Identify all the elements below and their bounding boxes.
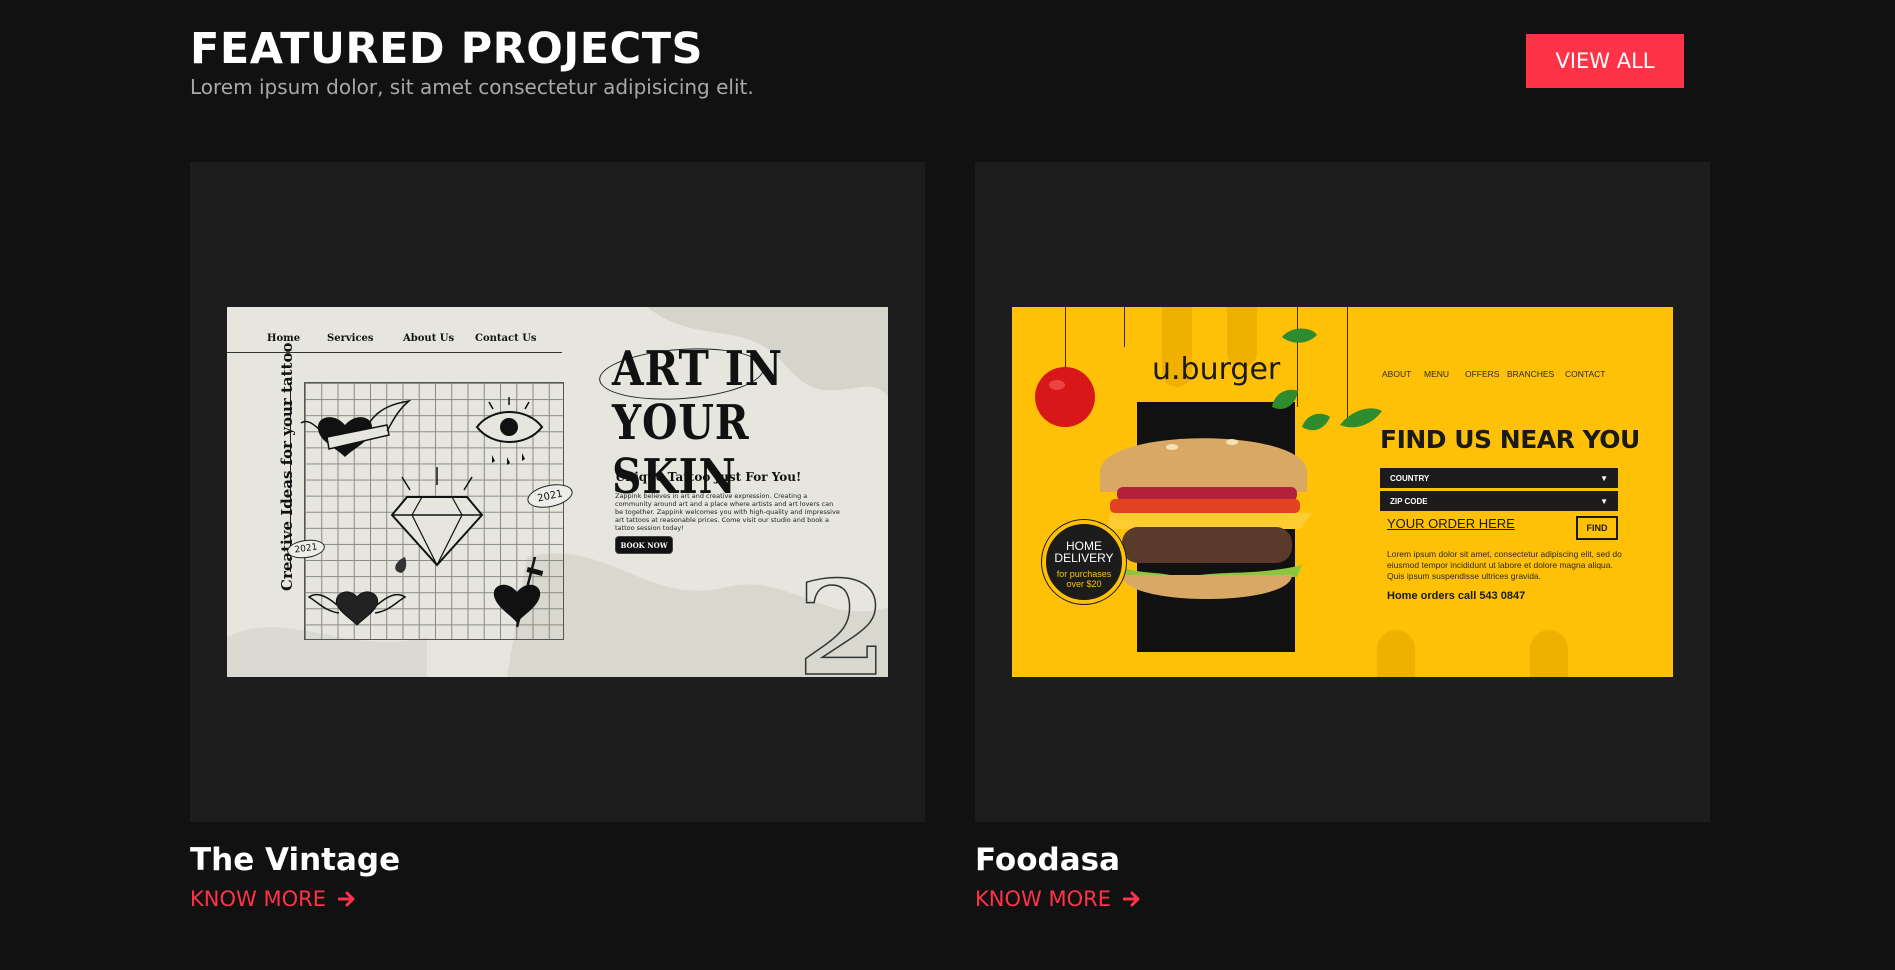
project-title: Foodasa	[975, 842, 1120, 878]
dagger-heart-icon	[493, 556, 544, 628]
order-link: YOUR ORDER HERE	[1387, 516, 1515, 531]
find-us-heading: FIND US NEAR YOU	[1380, 425, 1640, 454]
project-title: The Vintage	[190, 842, 401, 878]
know-more-label: KNOW MORE	[190, 887, 326, 911]
tattoo-paragraph: Zappink believes in art and creative exp…	[615, 492, 840, 532]
delivery-title-line2: DELIVERY	[1054, 551, 1114, 565]
leaf-icon	[1282, 328, 1317, 343]
big-year-decoration: 21	[796, 552, 888, 677]
know-more-label: KNOW MORE	[975, 887, 1111, 911]
burger-nav-branches: BRANCHES	[1507, 369, 1555, 379]
burger-nav-contact: CONTACT	[1565, 369, 1606, 379]
caret-down-icon: ▼	[1600, 496, 1608, 506]
section-subtitle: Lorem ipsum dolor, sit amet consectetur …	[190, 75, 754, 99]
delivery-note-line2: over $20	[1066, 579, 1102, 589]
burger-paragraph: Lorem ipsum dolor sit amet, consectetur …	[1387, 549, 1622, 581]
project-thumbnail[interactable]: Home Services About Us Contact Us Creati…	[190, 162, 925, 822]
zip-code-select: ZIP CODE ▼	[1380, 491, 1618, 511]
leaf-icon	[1302, 413, 1330, 431]
arrow-right-icon	[337, 891, 356, 907]
tomato-icon	[1035, 367, 1095, 427]
burger-nav-about: ABOUT	[1382, 369, 1412, 379]
leaf-icon	[1340, 408, 1382, 428]
home-orders-text: Home orders call 543 0847	[1387, 590, 1526, 602]
burger-nav-offers: OFFERS	[1465, 369, 1500, 379]
zip-code-select-label: ZIP CODE	[1390, 496, 1428, 506]
section-header: FEATURED PROJECTS Lorem ipsum dolor, sit…	[190, 24, 754, 100]
book-now-button: BOOK NOW	[615, 536, 673, 554]
arrow-right-icon	[1122, 891, 1141, 907]
winged-heart-small-icon	[307, 591, 407, 626]
eye-icon	[475, 397, 544, 465]
winged-heart-icon	[300, 399, 412, 457]
tattoo-subheading: Unique Tattoo Just For You!	[615, 470, 802, 484]
diamond-icon	[390, 467, 484, 573]
delivery-note-line1: for purchases	[1056, 569, 1112, 579]
tattoo-headline-line1: ART IN	[612, 341, 783, 397]
burger-icon	[1100, 438, 1312, 599]
project-card-foodasa: u.burger ABOUT MENU OFFERS BRANCHES CONT…	[975, 162, 1710, 911]
project-card-vintage: Home Services About Us Contact Us Creati…	[190, 162, 925, 911]
find-button: FIND	[1576, 516, 1618, 540]
burger-nav-menu: MENU	[1424, 369, 1450, 379]
view-all-button[interactable]: VIEW ALL	[1526, 34, 1684, 88]
tattoo-headline-line2: YOUR SKIN	[612, 395, 750, 505]
home-delivery-badge: HOME DELIVERY for purchases over $20	[1041, 519, 1127, 605]
tattoo-site-preview: Home Services About Us Contact Us Creati…	[227, 307, 888, 677]
leaf-icon	[1272, 389, 1298, 410]
know-more-link[interactable]: KNOW MORE	[975, 887, 1141, 911]
project-thumbnail[interactable]: u.burger ABOUT MENU OFFERS BRANCHES CONT…	[975, 162, 1710, 822]
country-select-label: COUNTRY	[1390, 473, 1430, 483]
caret-down-icon: ▼	[1600, 473, 1608, 483]
country-select: COUNTRY ▼	[1380, 468, 1618, 488]
burger-site-preview: u.burger ABOUT MENU OFFERS BRANCHES CONT…	[1012, 307, 1673, 677]
section-title: FEATURED PROJECTS	[190, 24, 703, 74]
burger-logo: u.burger	[1152, 352, 1281, 387]
know-more-link[interactable]: KNOW MORE	[190, 887, 356, 911]
